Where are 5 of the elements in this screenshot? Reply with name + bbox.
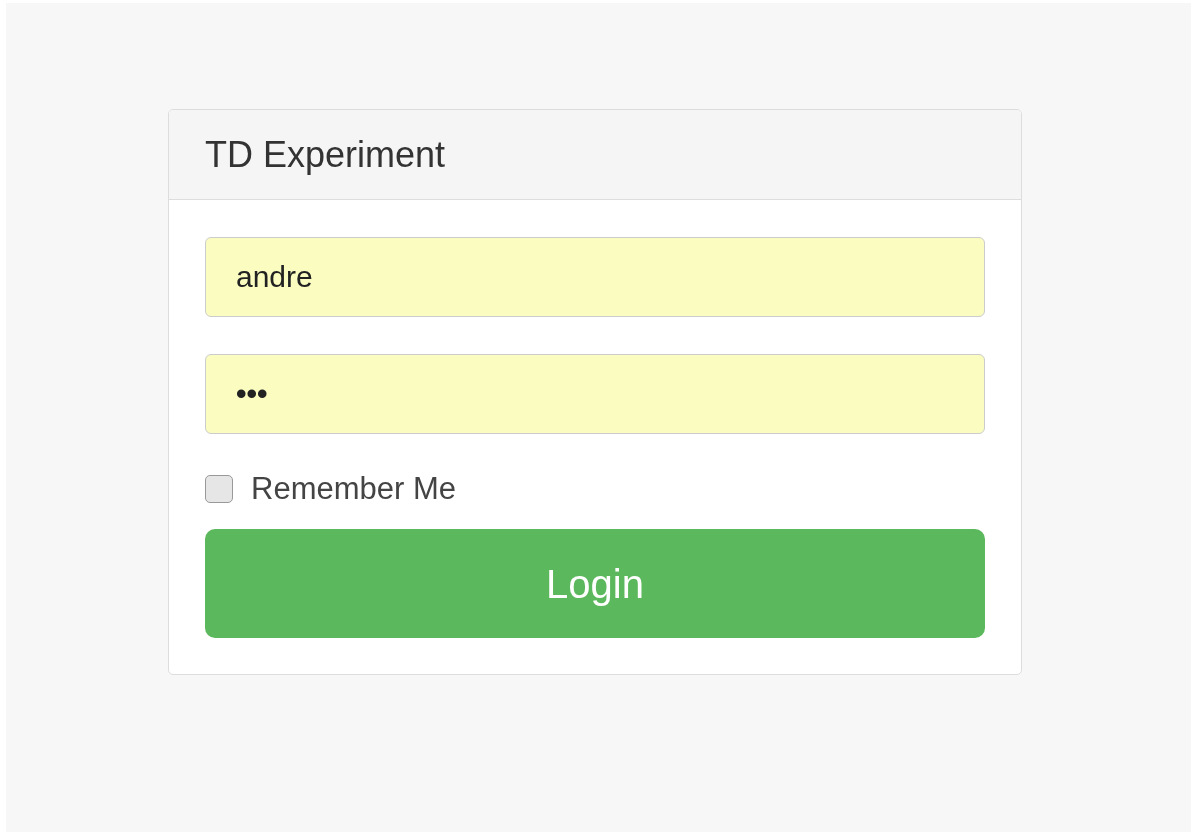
remember-checkbox[interactable]	[205, 475, 233, 503]
panel-title: TD Experiment	[205, 132, 446, 177]
username-field[interactable]: andre	[205, 237, 985, 317]
remember-label: Remember Me	[251, 469, 456, 508]
password-field[interactable]: •••	[205, 354, 985, 434]
